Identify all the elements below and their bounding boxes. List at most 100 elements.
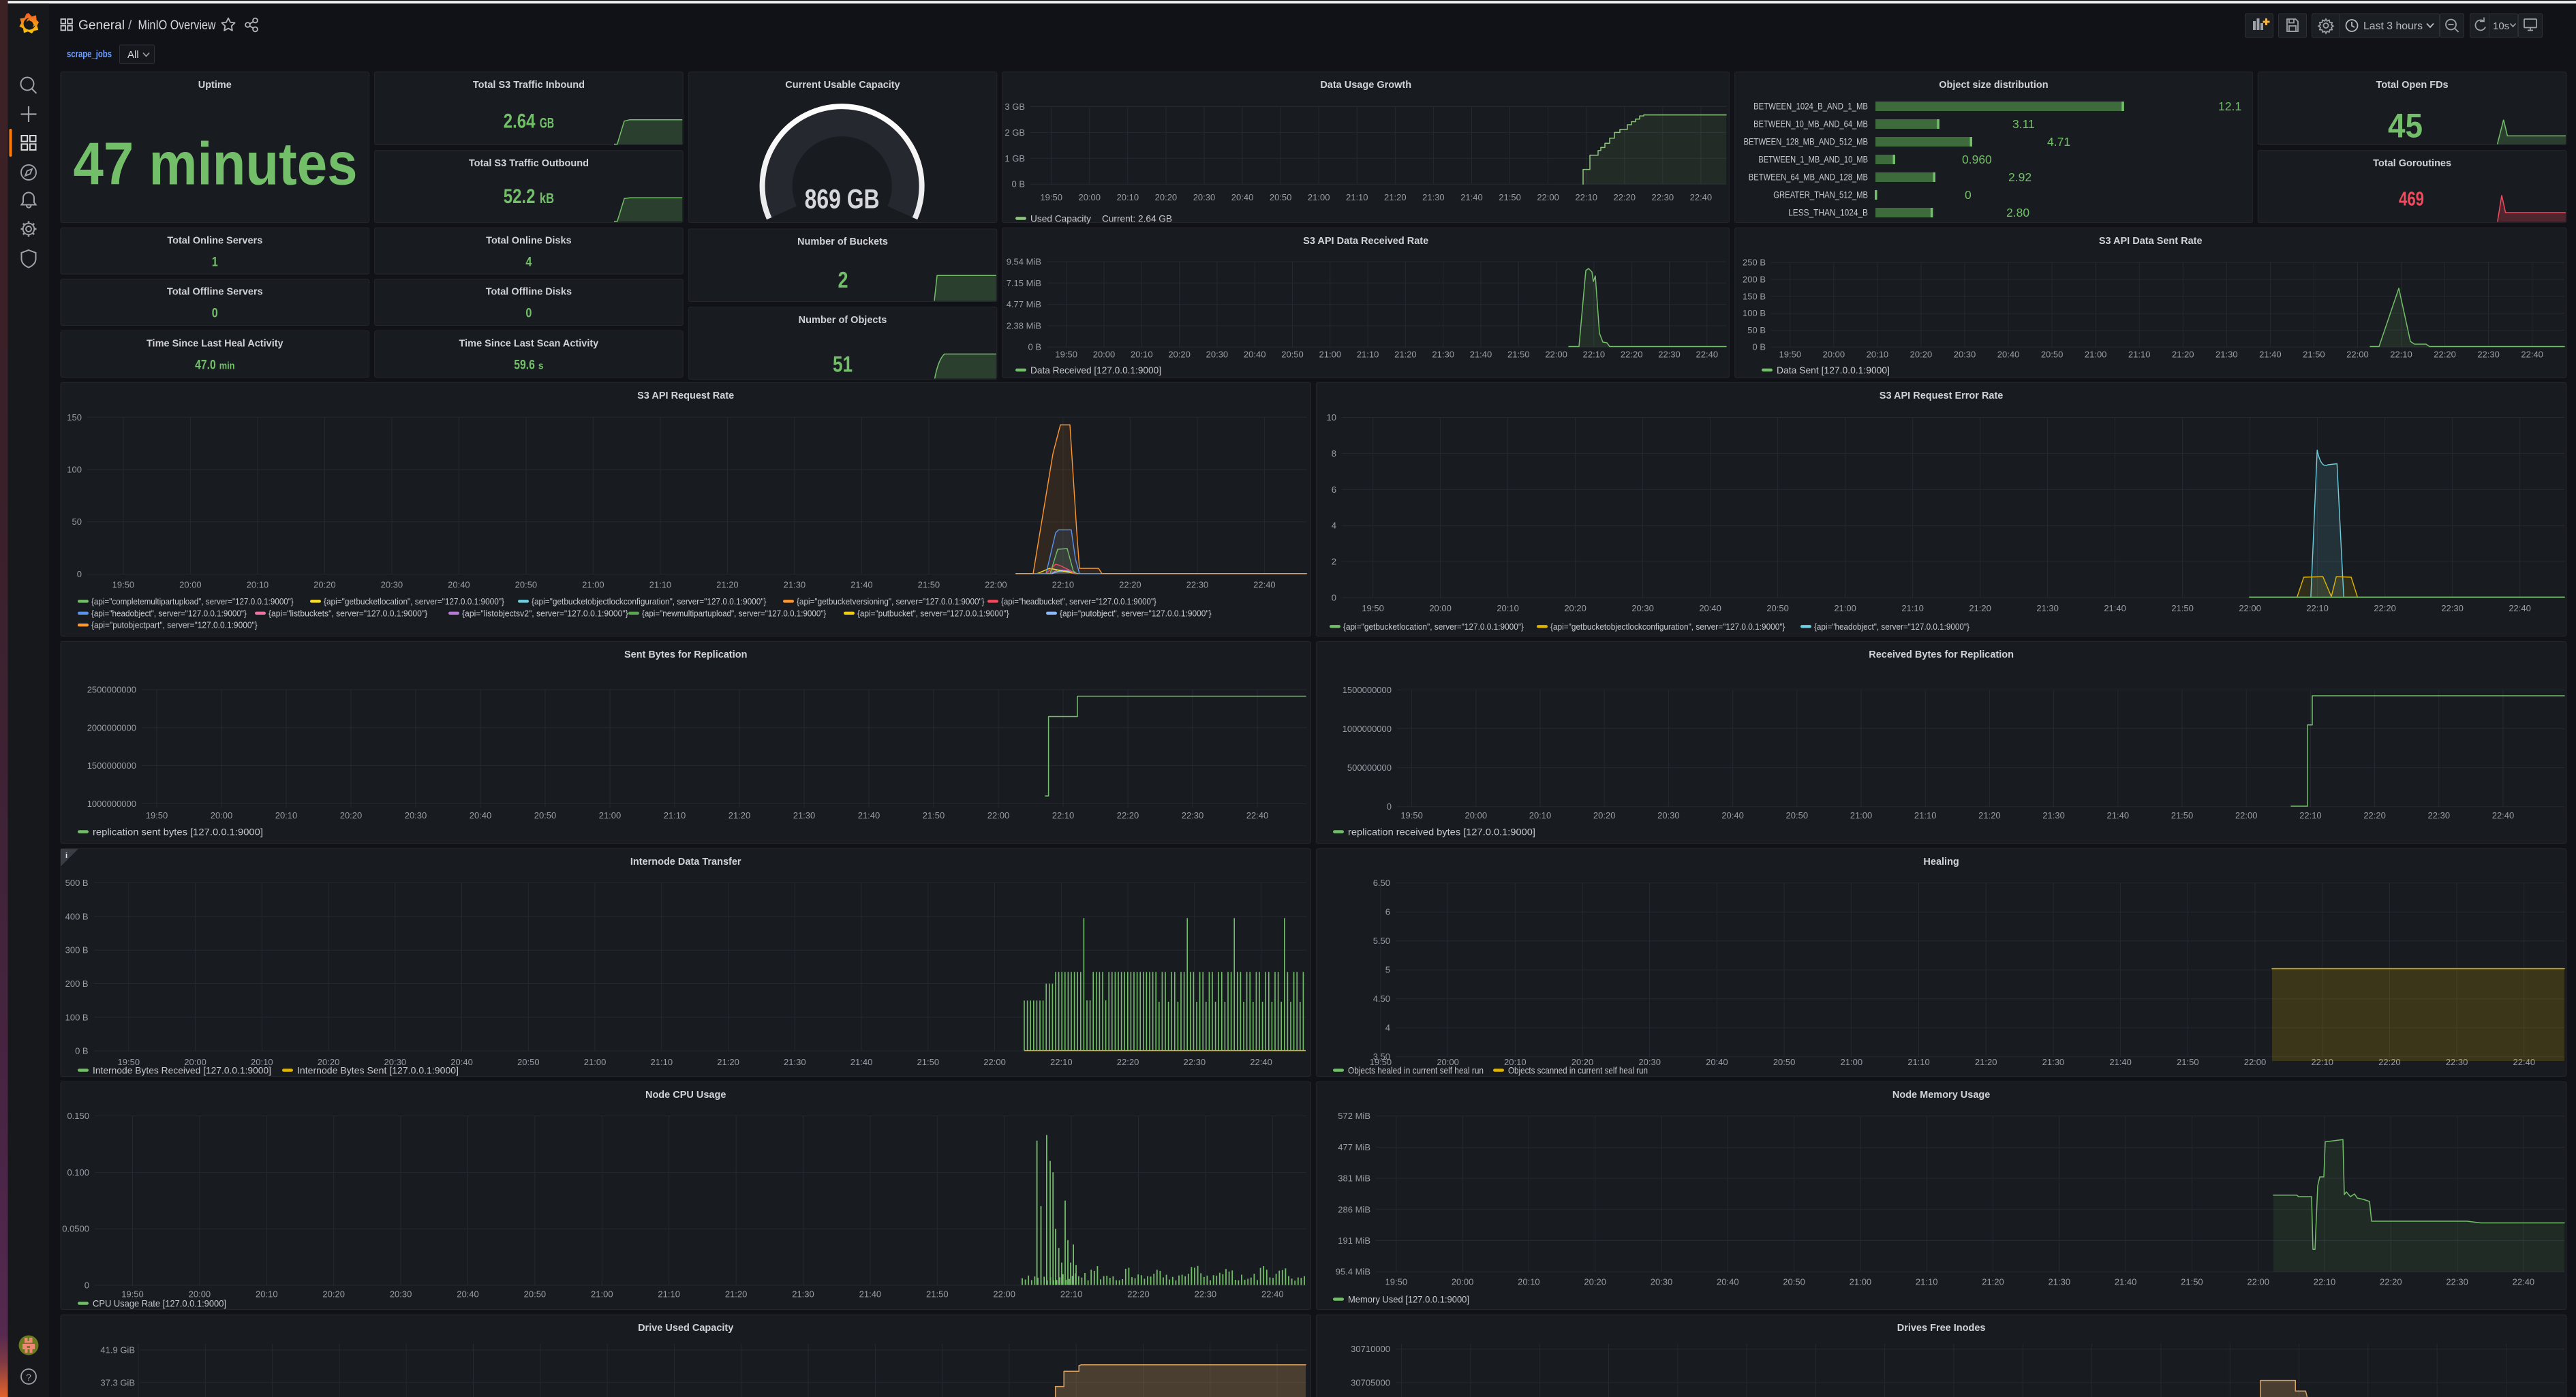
svg-text:20:20: 20:20 [1910,349,1933,359]
svg-text:Objects healed in current self: Objects healed in current self heal run [1348,1065,1484,1076]
svg-text:2.38 MiB: 2.38 MiB [1007,320,1041,331]
svg-text:Internode Bytes Received [127.: Internode Bytes Received [127.0.0.1:9000… [93,1065,271,1076]
svg-text:Number of Objects: Number of Objects [799,315,887,326]
svg-text:51: 51 [833,352,853,377]
svg-text:21:50: 21:50 [926,1289,949,1299]
svg-text:19:50: 19:50 [1400,810,1423,820]
svg-text:min: min [219,360,235,372]
svg-text:s: s [538,360,544,372]
svg-text:22:20: 22:20 [1621,349,1643,359]
svg-text:20:30: 20:30 [1206,349,1229,359]
svg-text:21:30: 21:30 [2042,1057,2065,1067]
svg-text:Node Memory Usage: Node Memory Usage [1892,1090,1990,1101]
svg-text:22:10: 22:10 [2306,603,2329,613]
svg-text:22:20: 22:20 [1117,1057,1139,1067]
svg-text:21:30: 21:30 [1432,349,1454,359]
svg-text:22:30: 22:30 [2477,349,2500,359]
svg-text:20:30: 20:30 [1193,192,1216,202]
svg-text:1500000000: 1500000000 [87,761,136,771]
svg-text:0: 0 [212,307,218,321]
svg-text:21:40: 21:40 [2109,1057,2132,1067]
svg-text:45: 45 [2388,107,2423,145]
svg-text:21:10: 21:10 [1916,1276,1938,1287]
svg-text:22:30: 22:30 [2441,603,2464,613]
svg-text:21:10: 21:10 [1914,810,1937,820]
svg-text:20:20: 20:20 [1564,603,1586,613]
svg-text:20:50: 20:50 [1281,349,1304,359]
svg-text:19:50: 19:50 [1362,603,1384,613]
svg-text:100: 100 [67,465,82,475]
svg-text:20:50: 20:50 [534,810,557,820]
svg-text:i: i [65,852,67,860]
svg-text:20:00: 20:00 [211,810,233,820]
svg-text:200 B: 200 B [1743,275,1766,285]
svg-text:21:00: 21:00 [584,1057,607,1067]
svg-text:22:30: 22:30 [2428,810,2451,820]
svg-text:22:00: 22:00 [993,1289,1015,1299]
svg-text:21:50: 21:50 [1507,349,1530,359]
svg-text:7.15 MiB: 7.15 MiB [1007,278,1041,288]
svg-text:21:00: 21:00 [591,1289,613,1299]
svg-text:22:20: 22:20 [1613,192,1636,202]
svg-text:{api="getbucketlocation", serv: {api="getbucketlocation", server="127.0.… [1343,621,1524,632]
svg-text:21:30: 21:30 [792,1289,814,1299]
svg-text:21:50: 21:50 [918,579,940,589]
svg-text:4: 4 [525,255,532,269]
svg-text:22:40: 22:40 [2513,1276,2535,1287]
svg-text:Total Offline Disks: Total Offline Disks [486,287,572,298]
svg-text:LESS_THAN_1024_B: LESS_THAN_1024_B [1788,208,1868,218]
svg-text:20:50: 20:50 [2041,349,2064,359]
svg-text:21:40: 21:40 [850,1057,873,1067]
svg-text:4: 4 [1385,1023,1390,1033]
svg-text:2500000000: 2500000000 [87,685,136,695]
svg-text:19:50: 19:50 [1385,1276,1408,1287]
svg-text:21:40: 21:40 [859,1289,882,1299]
svg-text:S3 API Request Rate: S3 API Request Rate [637,390,734,401]
svg-text:22:10: 22:10 [2390,349,2412,359]
svg-text:Data Usage Growth: Data Usage Growth [1320,80,1411,91]
svg-text:20:40: 20:40 [470,810,492,820]
svg-text:21:20: 21:20 [717,1057,739,1067]
svg-text:300 B: 300 B [65,945,89,955]
svg-text:Objects scanned in current sel: Objects scanned in current self heal run [1508,1065,1648,1076]
svg-text:21:50: 21:50 [2171,810,2194,820]
svg-text:21:20: 21:20 [1969,603,1991,613]
svg-text:2000000000: 2000000000 [87,722,136,733]
svg-text:Drives Free Inodes: Drives Free Inodes [1897,1323,1986,1334]
svg-text:22:00: 22:00 [985,579,1007,589]
svg-text:{api="getbucketobjectlockconfi: {api="getbucketobjectlockconfiguration",… [1550,621,1785,632]
svg-text:20:50: 20:50 [1786,810,1809,820]
svg-text:59.6: 59.6 [514,358,535,373]
svg-text:22:20: 22:20 [1117,810,1139,820]
svg-text:19:50: 19:50 [1055,349,1077,359]
svg-text:1 GB: 1 GB [1005,153,1025,164]
svg-text:47.0: 47.0 [195,358,216,373]
svg-text:0: 0 [525,307,532,321]
svg-text:22:40: 22:40 [1250,1057,1272,1067]
svg-text:0.150: 0.150 [67,1111,89,1121]
svg-text:20:40: 20:40 [1706,1057,1728,1067]
svg-text:Internode Data Transfer: Internode Data Transfer [630,857,741,868]
svg-text:6: 6 [1385,907,1390,917]
svg-text:19:50: 19:50 [1779,349,1802,359]
svg-text:Internode Bytes Sent [127.0.0.: Internode Bytes Sent [127.0.0.1:9000] [297,1065,459,1076]
svg-text:{api="listobjectsv2", server=": {api="listobjectsv2", server="127.0.0.1:… [462,608,628,618]
svg-text:0.0500: 0.0500 [62,1224,89,1234]
svg-text:21:30: 21:30 [2042,810,2065,820]
svg-text:Data Sent [127.0.0.1:9000]: Data Sent [127.0.0.1:9000] [1777,365,1890,375]
svg-text:21:40: 21:40 [2104,603,2126,613]
svg-text:21:30: 21:30 [2215,349,2238,359]
svg-text:21:10: 21:10 [649,579,672,589]
svg-text:20:40: 20:40 [1699,603,1721,613]
svg-text:2.64: 2.64 [504,110,536,133]
svg-text:30705000: 30705000 [1351,1377,1390,1387]
svg-text:22:40: 22:40 [1690,192,1713,202]
svg-text:GB: GB [540,116,554,132]
svg-text:21:40: 21:40 [2115,1276,2137,1287]
svg-text:22:10: 22:10 [1583,349,1606,359]
svg-text:22:00: 22:00 [2235,810,2258,820]
svg-text:0: 0 [1965,188,1972,202]
svg-text:{api="listbuckets", server="12: {api="listbuckets", server="127.0.0.1:90… [269,608,428,618]
svg-text:20:30: 20:30 [1651,1276,1673,1287]
svg-text:191 MiB: 191 MiB [1338,1235,1370,1246]
